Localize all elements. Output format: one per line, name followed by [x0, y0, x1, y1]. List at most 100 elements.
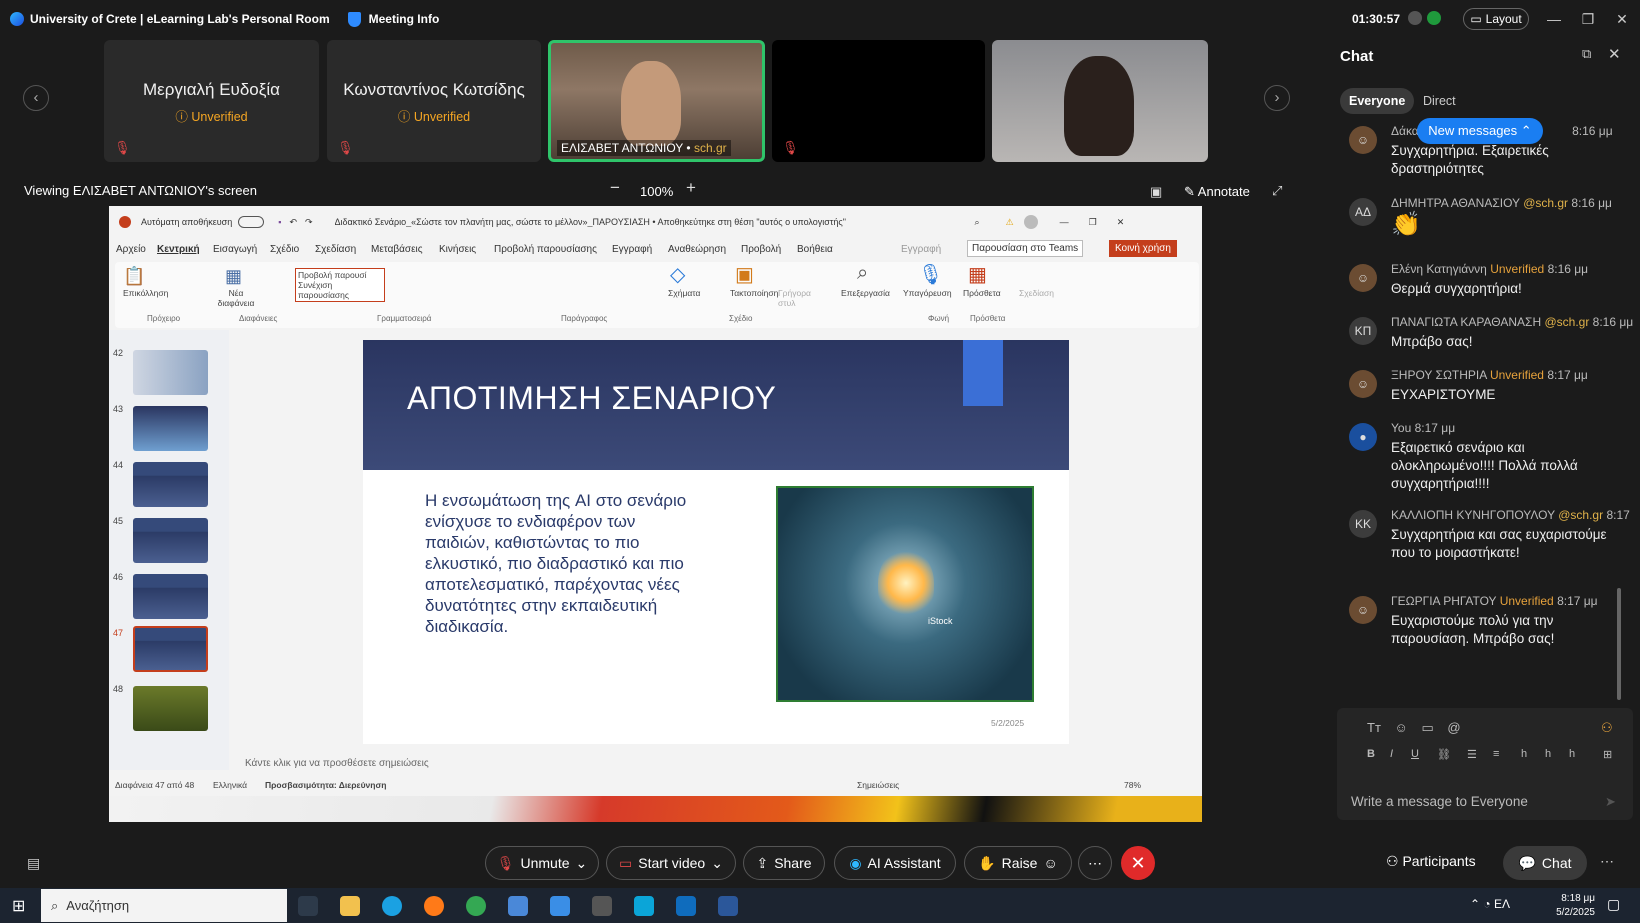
tab-draw[interactable]: Σχέδιο	[270, 244, 299, 255]
continue-presentation-label[interactable]: Συνέχιση παρουσίασης	[298, 280, 382, 300]
participant-tile[interactable]	[992, 40, 1208, 162]
webex-taskbar-icon[interactable]	[676, 896, 696, 916]
popout-icon[interactable]: ⧉	[1582, 46, 1591, 62]
slide-thumbnail[interactable]	[133, 518, 208, 563]
screen-icon[interactable]: ▣	[1150, 184, 1162, 200]
new-messages-button[interactable]: New messages ⌃	[1417, 118, 1543, 144]
warning-icon[interactable]: ⚠	[1006, 217, 1014, 228]
dictate-button[interactable]: Υπαγόρευση	[903, 288, 952, 298]
language[interactable]: Ελληνικά	[213, 780, 247, 790]
account-icon[interactable]	[1023, 215, 1038, 229]
new-slide-button[interactable]: Νέα διαφάνεια	[213, 288, 259, 308]
app-icon[interactable]	[634, 896, 654, 916]
save-icon[interactable]: ▪	[278, 217, 281, 227]
tab-direct[interactable]: Direct	[1414, 88, 1465, 114]
numbered-list-icon[interactable]: ≡	[1493, 748, 1499, 760]
tab-home[interactable]: Κεντρική	[157, 244, 200, 255]
editing-button[interactable]: Επεξεργασία	[841, 288, 890, 298]
windows-start-icon[interactable]: ⊞	[12, 896, 25, 916]
file-explorer-icon[interactable]	[340, 896, 360, 916]
addins-button[interactable]: Πρόσθετα	[963, 288, 1001, 298]
captions-icon[interactable]: ▤	[27, 855, 40, 872]
more-panels-icon[interactable]: ⋯	[1600, 853, 1614, 870]
tab-file[interactable]: Αρχείο	[116, 244, 146, 255]
previous-participants-icon[interactable]: ‹	[23, 85, 49, 111]
designer-button[interactable]: Σχεδίαση	[1019, 288, 1054, 298]
ppt-minimize-icon[interactable]: —	[1060, 217, 1069, 227]
tab-help[interactable]: Βοήθεια	[797, 244, 833, 255]
close-window-icon[interactable]: ✕	[1611, 8, 1633, 30]
ai-assistant-button[interactable]: ◉ AI Assistant	[834, 846, 956, 880]
start-video-button[interactable]: ▭ Start video ⌄	[606, 846, 736, 880]
app-icon[interactable]	[592, 896, 612, 916]
store-icon[interactable]	[508, 896, 528, 916]
slide-thumbnail[interactable]	[133, 406, 208, 451]
heading2-icon[interactable]: h	[1545, 748, 1551, 760]
slide-canvas[interactable]: ΑΠΟΤΙΜΗΣΗ ΣΕΝΑΡΙΟΥ Η ενσωμάτωση της AI σ…	[363, 340, 1069, 744]
notes-placeholder[interactable]: Κάντε κλικ για να προσθέσετε σημειώσεις	[245, 758, 429, 769]
ppt-close-icon[interactable]: ✕	[1117, 217, 1125, 228]
slide-thumbnail[interactable]	[133, 574, 208, 619]
document-title[interactable]: Διδακτικό Σενάριο_«Σώστε τον πλανήτη μας…	[335, 217, 855, 227]
chrome-icon[interactable]	[466, 896, 486, 916]
message-input[interactable]: Write a message to Everyone	[1351, 794, 1528, 809]
tab-slideshow[interactable]: Προβολή παρουσίασης	[494, 244, 597, 255]
minimize-icon[interactable]: —	[1543, 8, 1565, 30]
chat-button[interactable]: 💬 Chat	[1503, 846, 1587, 880]
mention-icon[interactable]: @	[1447, 720, 1460, 735]
notes-button[interactable]: Σημειώσεις	[857, 780, 899, 790]
system-clock[interactable]: 8:18 μμ 5/2/2025	[1556, 892, 1595, 920]
redo-icon[interactable]: ↷	[305, 217, 313, 228]
heading1-icon[interactable]: h	[1521, 748, 1527, 760]
language-indicator[interactable]: ΕΛ	[1494, 897, 1510, 911]
send-icon[interactable]: ➤	[1605, 794, 1616, 810]
share-button[interactable]: Κοινή χρήση	[1109, 240, 1177, 257]
participant-tile[interactable]: 🎙	[772, 40, 985, 162]
underline-icon[interactable]: U	[1411, 748, 1419, 760]
edge-icon[interactable]	[382, 896, 402, 916]
more-options-button[interactable]: ⋯	[1078, 846, 1112, 880]
connection-icon[interactable]	[1408, 11, 1422, 25]
tab-animations[interactable]: Κινήσεις	[439, 244, 476, 255]
annotate-button[interactable]: ✎ Annotate	[1184, 184, 1250, 200]
heading3-icon[interactable]: h	[1569, 748, 1575, 760]
close-chat-icon[interactable]: ✕	[1608, 45, 1621, 63]
participant-tile[interactable]: Κωνσταντίνος Κωτσίδης ⓘ Unverified 🎙	[327, 40, 541, 162]
tray-icons[interactable]: ⌃ ◔ ΕΛ	[1470, 897, 1510, 911]
code-block-icon[interactable]: ⊞	[1603, 748, 1612, 761]
taskbar-search[interactable]: ⌕ Αναζήτηση	[41, 889, 287, 922]
search-icon[interactable]: ⌕	[975, 217, 980, 228]
tab-transitions[interactable]: Μεταβάσεις	[371, 244, 423, 255]
participants-button[interactable]: ⚇ Participants	[1386, 853, 1476, 870]
italic-icon[interactable]: I	[1390, 748, 1393, 760]
tab-review[interactable]: Αναθεώρηση	[668, 244, 726, 255]
emoji-icon[interactable]: ☺	[1395, 720, 1408, 735]
meeting-info-link[interactable]: Meeting Info	[369, 12, 440, 26]
unmute-button[interactable]: 🎙 Unmute ⌄	[485, 846, 599, 880]
zoom-out-icon[interactable]: −	[610, 178, 620, 198]
slide-thumbnail[interactable]	[133, 350, 208, 395]
tab-design[interactable]: Σχεδίαση	[315, 244, 356, 255]
active-speaker-tile[interactable]: ΕΛΙΣΑΒΕΤ ΑΝΤΩΝΙΟΥ • sch.gr	[548, 40, 765, 162]
arrange-button[interactable]: Τακτοποίηση	[730, 288, 778, 298]
slideshow-dropdown[interactable]: Προβολή παρουσί Συνέχιση παρουσίασης	[295, 268, 385, 302]
leave-meeting-button[interactable]: ✕	[1121, 846, 1155, 880]
accessibility-status[interactable]: Προσβασιμότητα: Διερεύνηση	[265, 780, 386, 790]
bullet-list-icon[interactable]: ☰	[1467, 748, 1477, 761]
tab-view[interactable]: Προβολή	[741, 244, 781, 255]
share-button[interactable]: ⇪ Share	[743, 846, 825, 880]
tab-insert[interactable]: Εισαγωγή	[213, 244, 257, 255]
present-in-teams-button[interactable]: Παρουσίαση στο Teams	[967, 240, 1084, 257]
ppt-restore-icon[interactable]: ❐	[1089, 217, 1097, 228]
zoom-percent[interactable]: 78%	[1124, 780, 1141, 790]
vscode-icon[interactable]	[550, 896, 570, 916]
firefox-icon[interactable]	[424, 896, 444, 916]
next-participants-icon[interactable]: ›	[1264, 85, 1290, 111]
raise-hand-button[interactable]: ✋ Raise ☺	[964, 846, 1072, 880]
bold-icon[interactable]: B	[1367, 748, 1375, 760]
zoom-in-icon[interactable]: +	[686, 178, 696, 198]
paste-button[interactable]: Επικόλληση	[123, 288, 168, 298]
undo-icon[interactable]: ↶	[289, 217, 297, 228]
restore-icon[interactable]: ❐	[1577, 8, 1599, 30]
tab-record[interactable]: Εγγραφή	[612, 244, 652, 255]
